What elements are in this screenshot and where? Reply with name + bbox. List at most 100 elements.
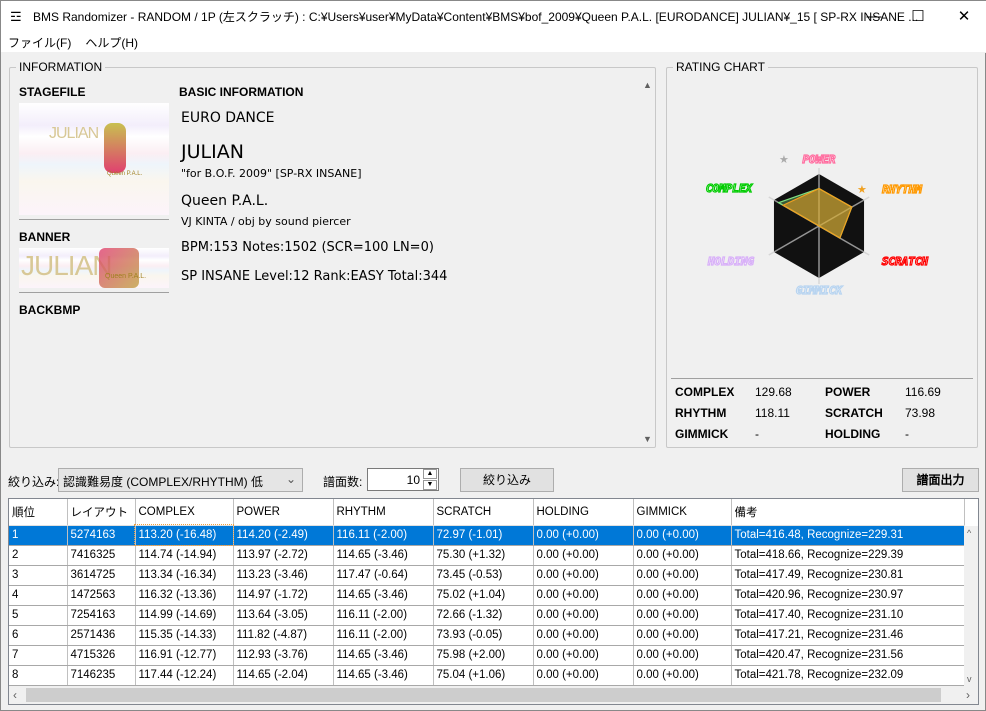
radar-axis-label: COMPLEX — [706, 182, 754, 195]
banner-image: JULIAN Queen P.A.L. — [19, 248, 169, 288]
table-cell: 114.97 (-1.72) — [233, 585, 334, 606]
table-row[interactable]: 6 2571436 115.35 (-14.33) 111.82 (-4.87) 116… — [9, 625, 965, 646]
table-cell: 4715326 — [67, 645, 136, 666]
count-stepper[interactable]: 10 ▲ ▼ — [367, 468, 439, 491]
column-header[interactable]: SCRATCH — [433, 499, 534, 526]
maximize-button[interactable]: ☐ — [895, 1, 941, 32]
information-label: INFORMATION — [16, 60, 106, 74]
table-cell: 0.00 (+0.00) — [633, 605, 732, 626]
radar-axis-label: POWER — [802, 153, 835, 166]
table-cell: 75.30 (+1.32) — [433, 545, 534, 566]
table-cell: 5274163 — [67, 525, 136, 546]
table-cell: 114.65 (-2.04) — [233, 665, 334, 686]
stepper-up-icon[interactable]: ▲ — [423, 469, 437, 479]
table-cell: 0.00 (+0.00) — [533, 585, 634, 606]
table-cell: 0.00 (+0.00) — [633, 545, 732, 566]
table-vertical-scrollbar[interactable]: ^ v — [964, 526, 978, 686]
menu-file[interactable]: ファイル(F) — [8, 34, 71, 51]
table-cell: 116.91 (-12.77) — [135, 645, 234, 666]
radar-axis-label: RHYTHM — [882, 183, 922, 196]
stepper-down-icon[interactable]: ▼ — [423, 480, 437, 490]
table-cell: 1472563 — [67, 585, 136, 606]
column-header[interactable]: 備考 — [731, 499, 965, 526]
column-header[interactable]: GIMMICK — [633, 499, 732, 526]
rating-key: GIMMICK — [675, 427, 729, 441]
chart-level: SP INSANE Level:12 Rank:EASY Total:344 — [181, 269, 448, 284]
close-button[interactable]: ✕ — [941, 1, 986, 32]
rating-key: POWER — [825, 385, 871, 399]
table-cell: 0.00 (+0.00) — [633, 565, 732, 586]
table-horizontal-scrollbar[interactable]: ‹ › — [9, 686, 978, 704]
minimize-button[interactable]: — — [851, 1, 897, 32]
banner-label: BANNER — [19, 230, 71, 244]
table-cell: 7 — [9, 645, 68, 666]
subtitle: "for B.O.F. 2009" [SP-RX INSANE] — [181, 167, 362, 180]
table-cell: 0.00 (+0.00) — [533, 565, 634, 586]
table-row[interactable]: 4 1472563 116.32 (-13.36) 114.97 (-1.72) 114… — [9, 585, 965, 606]
count-label: 譜面数: — [323, 475, 363, 489]
column-header[interactable]: HOLDING — [533, 499, 634, 526]
table-cell: Total=417.40, Recognize=231.10 — [731, 605, 965, 626]
filter-label: 絞り込み: — [8, 475, 60, 489]
table-cell: 114.99 (-14.69) — [135, 605, 234, 626]
table-cell: 75.04 (+1.06) — [433, 665, 534, 686]
title-bar: ☲ BMS Randomizer - RANDOM / 1P (左スクラッチ) … — [1, 1, 986, 32]
table-cell: 3614725 — [67, 565, 136, 586]
table-cell: 0.00 (+0.00) — [533, 665, 634, 686]
app-icon: ☲ — [10, 9, 22, 24]
column-header[interactable]: COMPLEX — [135, 499, 234, 526]
table-cell: 72.97 (-1.01) — [433, 525, 534, 546]
table-cell: 75.98 (+2.00) — [433, 645, 534, 666]
results-table-container: 順位 レイアウト COMPLEX POWER RHYTHM SCRATCH HOLDING G… — [8, 498, 979, 705]
table-row[interactable]: 5 7254163 114.99 (-14.69) 113.64 (-3.05) 116… — [9, 605, 965, 626]
table-cell: Total=416.48, Recognize=229.31 — [731, 525, 965, 546]
table-cell: 8 — [9, 665, 68, 686]
table-cell: Total=420.47, Recognize=231.56 — [731, 645, 965, 666]
table-cell: 0.00 (+0.00) — [533, 525, 634, 546]
table-cell: 0.00 (+0.00) — [533, 605, 634, 626]
table-cell: 113.34 (-16.34) — [135, 565, 234, 586]
column-header[interactable]: POWER — [233, 499, 334, 526]
table-cell: 1 — [9, 525, 68, 546]
table-cell: 114.65 (-3.46) — [333, 545, 434, 566]
table-cell: 7416325 — [67, 545, 136, 566]
table-cell: 0.00 (+0.00) — [633, 625, 732, 646]
horizontal-scroll-thumb[interactable] — [26, 688, 941, 702]
info-vertical-scrollbar[interactable]: ▲ ▼ — [640, 78, 655, 446]
information-group: INFORMATION STAGEFILE JULIAN Queen P.A.L… — [9, 60, 656, 448]
table-cell: 0.00 (+0.00) — [633, 645, 732, 666]
table-cell: 116.32 (-13.36) — [135, 585, 234, 606]
table-cell: 0.00 (+0.00) — [533, 645, 634, 666]
rating-key: SCRATCH — [825, 406, 883, 420]
rating-value: - — [755, 427, 759, 441]
export-button[interactable]: 譜面出力 — [902, 468, 979, 492]
column-header[interactable]: レイアウト — [67, 499, 136, 526]
table-cell: 2 — [9, 545, 68, 566]
table-cell: 113.20 (-16.48) — [134, 524, 234, 546]
table-cell: 114.20 (-2.49) — [233, 525, 334, 546]
table-cell: 0.00 (+0.00) — [533, 625, 634, 646]
table-cell: 7254163 — [67, 605, 136, 626]
table-row[interactable]: 2 7416325 114.74 (-14.94) 113.97 (-2.72) 114… — [9, 545, 965, 566]
filter-select[interactable]: 認識難易度 (COMPLEX/RHYTHM) 低 ⌄ — [58, 468, 303, 492]
table-cell: 75.02 (+1.04) — [433, 585, 534, 606]
table-row[interactable]: 7 4715326 116.91 (-12.77) 112.93 (-3.76) 114… — [9, 645, 965, 666]
table-cell: 114.65 (-3.46) — [333, 585, 434, 606]
table-cell: 114.74 (-14.94) — [135, 545, 234, 566]
table-row[interactable]: 8 7146235 117.44 (-12.24) 114.65 (-2.04) 114… — [9, 665, 965, 686]
rating-key: COMPLEX — [675, 385, 735, 399]
column-header[interactable]: RHYTHM — [333, 499, 434, 526]
basic-information-label: BASIC INFORMATION — [179, 85, 304, 99]
rating-value: - — [905, 427, 909, 441]
filter-apply-button[interactable]: 絞り込み — [460, 468, 554, 492]
table-cell: 0.00 (+0.00) — [633, 525, 732, 546]
table-row[interactable]: 3 3614725 113.34 (-16.34) 113.23 (-3.46) 117… — [9, 565, 965, 586]
table-cell: 114.65 (-3.46) — [333, 645, 434, 666]
table-row[interactable]: 1 5274163 113.20 (-16.48) 114.20 (-2.49) 116… — [9, 524, 965, 546]
menu-bar: ファイル(F) ヘルプ(H) — [1, 32, 986, 53]
table-cell: Total=418.66, Recognize=229.39 — [731, 545, 965, 566]
backbmp-label: BACKBMP — [19, 303, 81, 317]
column-header[interactable]: 順位 — [9, 499, 68, 526]
count-value: 10 — [406, 473, 420, 487]
menu-help[interactable]: ヘルプ(H) — [85, 34, 138, 51]
